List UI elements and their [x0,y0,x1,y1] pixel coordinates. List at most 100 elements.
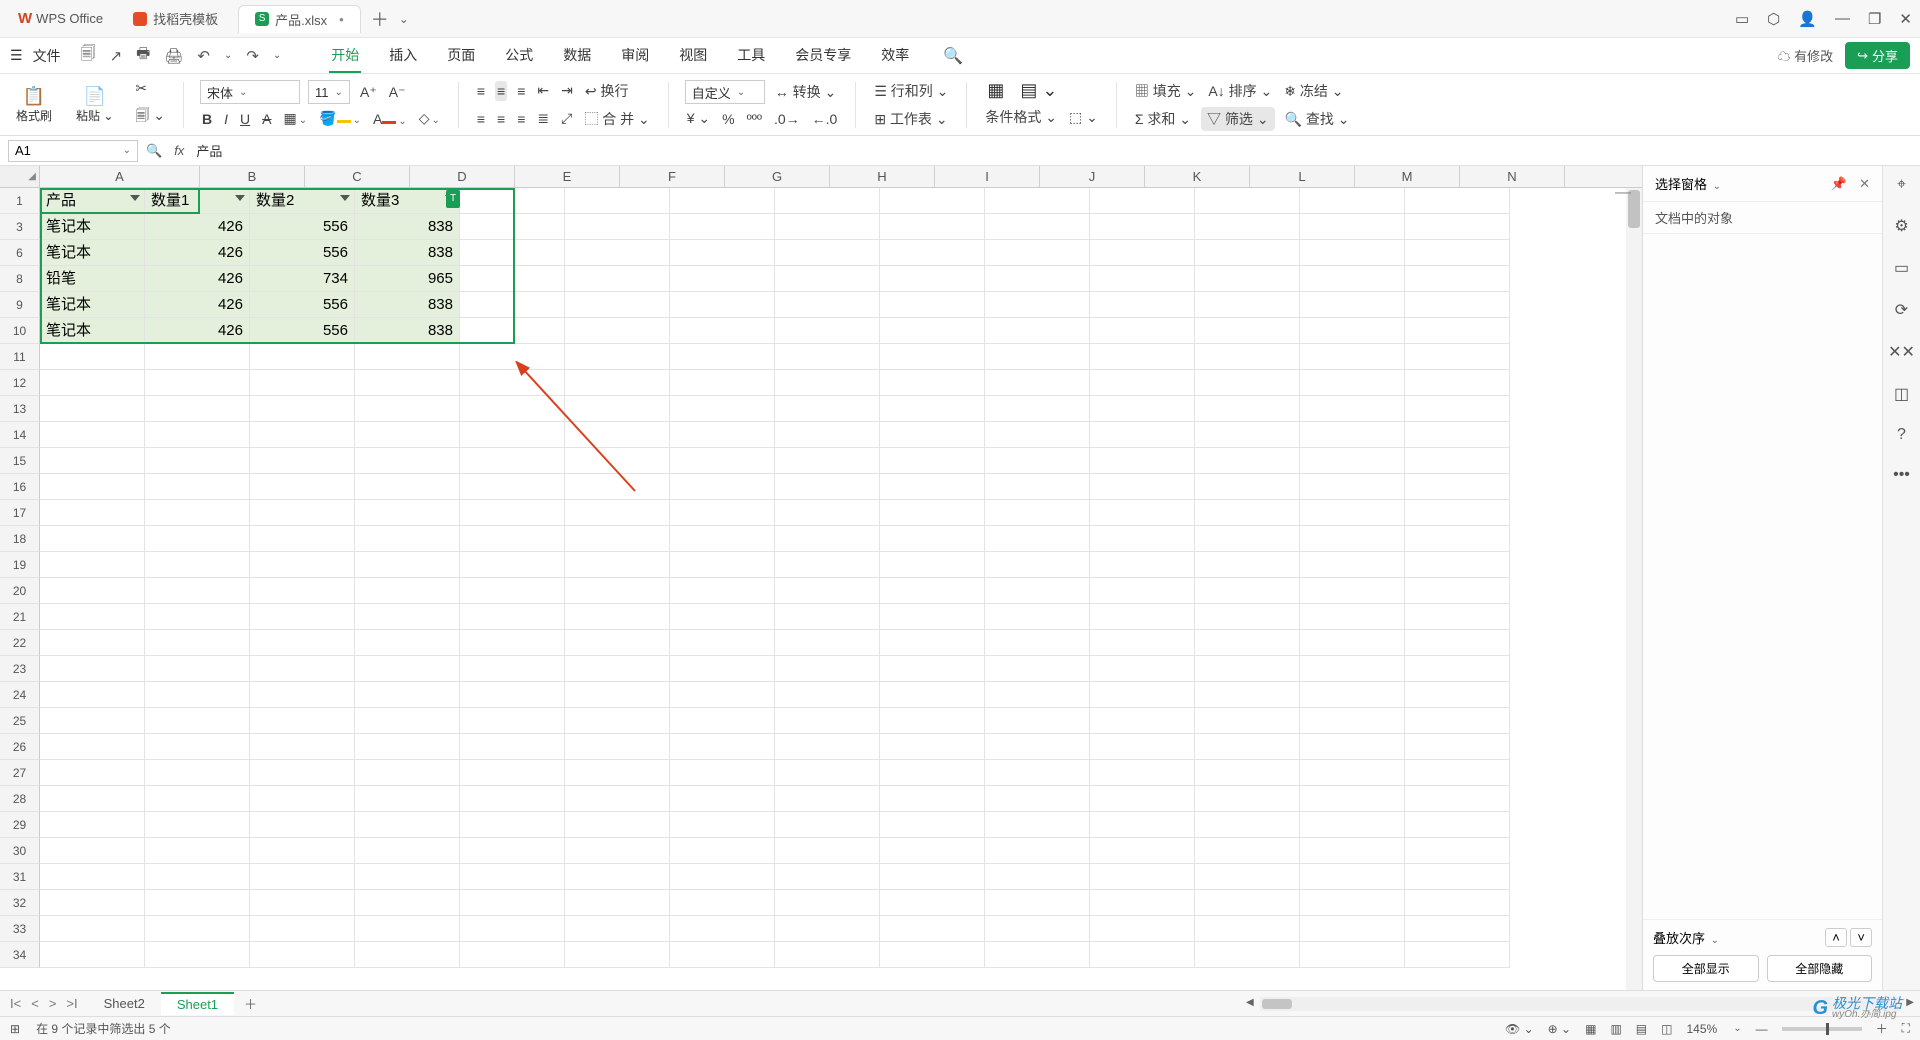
qat-redo-drop-icon[interactable]: ⌄ [273,50,281,61]
cell[interactable] [565,500,670,526]
add-sheet-button[interactable]: ＋ [234,994,267,1013]
cell[interactable] [985,812,1090,838]
cell[interactable] [1090,916,1195,942]
sheet-tab-sheet2[interactable]: Sheet2 [88,993,161,1014]
cell[interactable] [670,864,775,890]
tab-template[interactable]: 找稻壳模板 [117,5,234,33]
cell[interactable] [775,370,880,396]
cell[interactable] [460,942,565,968]
decrease-indent-icon[interactable]: ⇤ [535,80,551,101]
fill-button[interactable]: ▦ 填充 ⌄ [1133,79,1199,103]
cell[interactable] [1195,292,1300,318]
cell[interactable] [1405,552,1510,578]
row-header[interactable]: 16 [0,474,40,500]
cell[interactable] [250,552,355,578]
cell[interactable] [565,188,670,214]
cell[interactable] [880,240,985,266]
cell[interactable] [145,526,250,552]
name-box[interactable]: A1⌄ [8,140,138,162]
cell[interactable] [1300,578,1405,604]
cell[interactable] [1300,396,1405,422]
cell[interactable] [145,604,250,630]
vertical-scrollbar[interactable] [1626,188,1642,990]
row-header[interactable]: 22 [0,630,40,656]
cell[interactable] [40,474,145,500]
cell[interactable] [565,578,670,604]
cell[interactable] [250,916,355,942]
cell[interactable] [250,474,355,500]
increase-font-icon[interactable]: A⁺ [358,82,379,103]
col-L[interactable]: L [1250,166,1355,187]
cell[interactable] [670,942,775,968]
cell[interactable] [1195,578,1300,604]
cell[interactable] [1090,630,1195,656]
cell[interactable] [1090,812,1195,838]
cell[interactable] [250,786,355,812]
cell[interactable] [460,682,565,708]
cell[interactable] [250,864,355,890]
cell[interactable] [775,214,880,240]
qat-redo-icon[interactable]: ↷ [246,47,259,65]
menu-efficiency[interactable]: 效率 [879,39,911,73]
hamburger-icon[interactable]: ☰ [10,47,23,64]
cell[interactable] [40,526,145,552]
col-C[interactable]: C [305,166,410,187]
cell[interactable] [775,318,880,344]
cell[interactable] [145,344,250,370]
cell[interactable] [1405,240,1510,266]
cell[interactable] [565,838,670,864]
cell[interactable] [1405,214,1510,240]
cell[interactable] [985,500,1090,526]
cell[interactable] [355,396,460,422]
view-reading-icon[interactable]: ◫ [1661,1022,1672,1036]
cell[interactable]: 838 [355,292,460,318]
cell[interactable] [460,760,565,786]
cell[interactable] [1090,214,1195,240]
cell[interactable] [775,500,880,526]
cell[interactable] [355,786,460,812]
cell[interactable] [670,266,775,292]
cell[interactable] [880,630,985,656]
font-size-select[interactable]: 11⌄ [308,80,350,104]
row-header[interactable]: 34 [0,942,40,968]
spreadsheet[interactable]: ◢ A B C D E F G H I J K L M N 1产品数量1数量2数… [0,166,1642,990]
cell[interactable] [1195,838,1300,864]
cell[interactable] [1195,552,1300,578]
cell[interactable] [355,578,460,604]
cell[interactable] [1300,760,1405,786]
col-G[interactable]: G [725,166,830,187]
cell[interactable] [460,266,565,292]
cell[interactable] [775,422,880,448]
cell[interactable]: 笔记本 [40,318,145,344]
cell[interactable] [670,500,775,526]
cond-format-button[interactable]: 条件格式 ⌄ [983,105,1059,129]
cell[interactable] [355,526,460,552]
cell[interactable] [145,916,250,942]
fill-color-button[interactable]: 🪣⌄ [317,108,363,129]
cell[interactable] [1195,344,1300,370]
cell[interactable] [145,890,250,916]
col-A[interactable]: A [40,166,200,187]
cell[interactable] [1195,240,1300,266]
cell[interactable] [985,942,1090,968]
cell[interactable] [565,604,670,630]
decrease-font-icon[interactable]: A⁻ [387,82,408,103]
row-header[interactable]: 29 [0,812,40,838]
rail-tools-icon[interactable]: ✕✕ [1888,342,1915,362]
minimize-button[interactable]: — [1835,10,1850,27]
wrap-text-button[interactable]: ↩ 换行 [583,79,631,103]
cell[interactable] [40,864,145,890]
cell[interactable] [460,240,565,266]
dec-decimal-icon[interactable]: ←.0 [810,109,840,129]
cell[interactable] [1405,786,1510,812]
row-header[interactable]: 15 [0,448,40,474]
cell[interactable]: 笔记本 [40,214,145,240]
cell[interactable] [1405,188,1510,214]
cell[interactable] [145,396,250,422]
cell[interactable] [40,396,145,422]
menu-formula[interactable]: 公式 [503,39,535,73]
cell[interactable] [145,734,250,760]
cell[interactable] [1300,240,1405,266]
cell[interactable] [985,708,1090,734]
cell[interactable] [1195,682,1300,708]
